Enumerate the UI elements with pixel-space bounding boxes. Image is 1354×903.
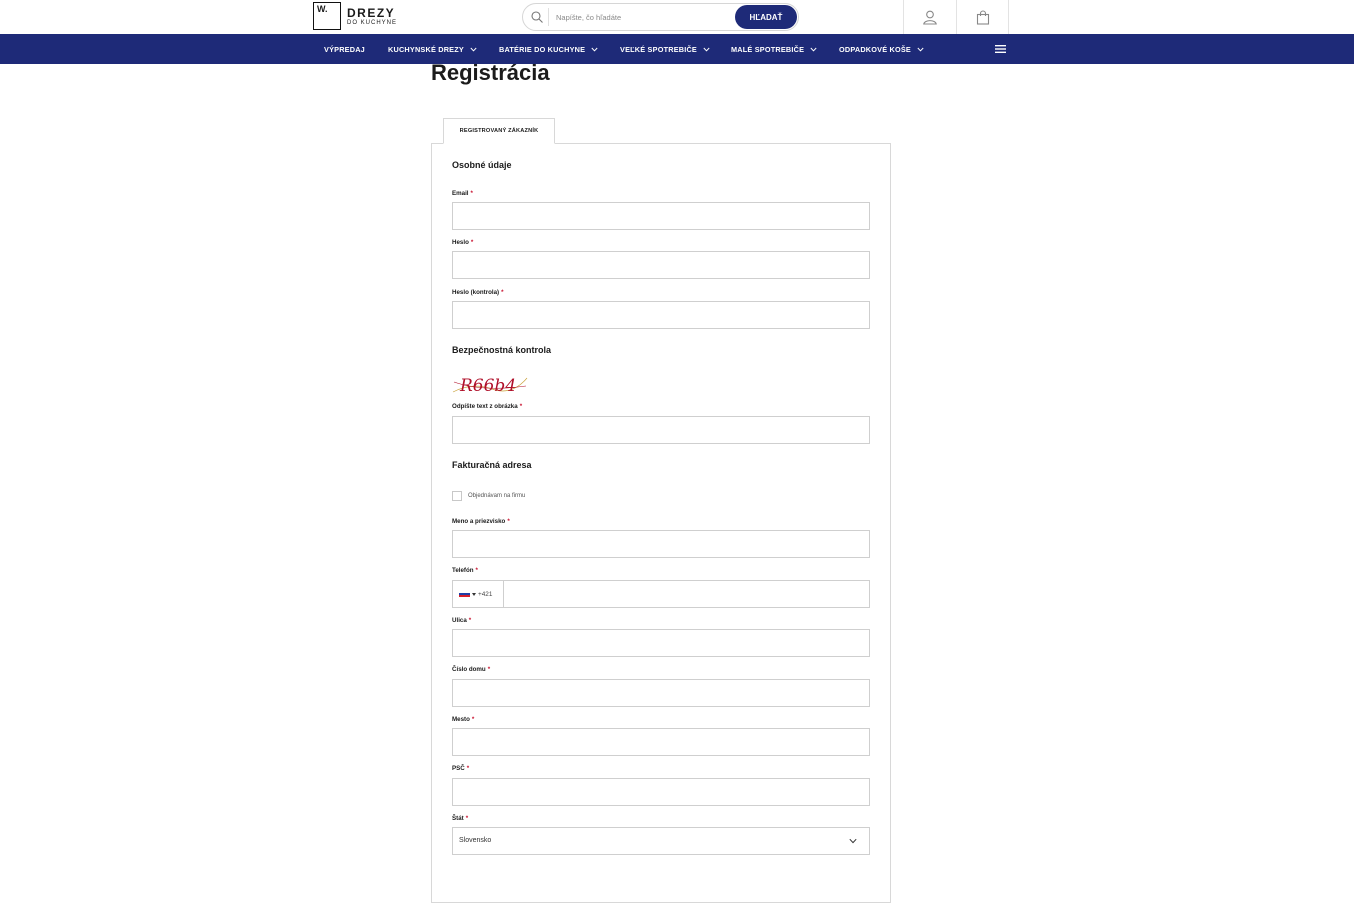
account-button[interactable] [903, 0, 956, 34]
captcha-field[interactable] [452, 416, 870, 444]
chevron-down-icon [470, 47, 477, 52]
caret-down-icon [472, 592, 476, 596]
password-confirm-label: Heslo (kontrola) * [452, 289, 504, 296]
search-icon [531, 11, 543, 23]
search-bar: HĽADAŤ [522, 3, 799, 31]
chevron-down-icon [591, 47, 598, 52]
logo-main-text: DREZY [347, 5, 396, 20]
required-mark: * [468, 617, 472, 624]
house-number-label: Číslo domu * [452, 666, 491, 673]
captcha-label: Odpíšte text z obrázka * [452, 403, 523, 410]
nav-item-velke-spotrebice[interactable]: VEĽKÉ SPOTREBIČE [620, 34, 710, 64]
search-divider [548, 8, 549, 26]
required-mark: * [470, 190, 473, 197]
zip-field[interactable] [452, 778, 870, 806]
captcha-text: R66b4 [459, 376, 516, 396]
password-label: Heslo * [452, 239, 474, 246]
company-order-row[interactable]: Objednávam na firmu [452, 491, 525, 501]
phone-label: Telefón * [452, 567, 478, 574]
slovakia-flag-icon [459, 590, 470, 598]
required-mark: * [507, 518, 510, 525]
nav-item-vypredaj[interactable]: VÝPREDAJ [324, 34, 365, 64]
shopping-bag-icon [976, 9, 989, 25]
required-mark: * [471, 716, 475, 723]
email-label: Email * [452, 190, 473, 197]
chevron-down-icon [810, 47, 817, 52]
user-icon [923, 10, 937, 25]
section-title-billing: Fakturačná adresa [452, 460, 532, 470]
site-header: W. DREZY DO KUCHYNE HĽADAŤ [0, 0, 1354, 34]
city-field[interactable] [452, 728, 870, 756]
section-title-personal: Osobné údaje [452, 160, 512, 170]
search-button[interactable]: HĽADAŤ [735, 5, 797, 29]
phone-prefix: +421 [478, 590, 493, 598]
section-title-security: Bezpečnostná kontrola [452, 345, 552, 355]
zip-label: PSČ * [452, 765, 470, 772]
required-mark: * [465, 815, 469, 822]
required-mark: * [475, 567, 478, 574]
required-mark: * [466, 765, 470, 772]
hamburger-icon[interactable] [995, 45, 1006, 53]
required-mark: * [470, 239, 474, 246]
country-selected-value: Slovensko [459, 837, 492, 844]
country-label: Štát * [452, 815, 469, 822]
chevron-down-icon [703, 47, 710, 52]
password-confirm-field[interactable] [452, 301, 870, 329]
street-field[interactable] [452, 629, 870, 657]
nav-item-male-spotrebice[interactable]: MALÉ SPOTREBIČE [731, 34, 817, 64]
captcha-image: R66b4 [452, 376, 528, 396]
logo-mark: W. [313, 2, 341, 30]
street-label: Ulica * [452, 617, 472, 624]
logo[interactable]: W. DREZY DO KUCHYNE [313, 2, 397, 30]
phone-country-select[interactable]: +421 [453, 581, 504, 607]
phone-field[interactable]: +421 [452, 580, 870, 608]
required-mark: * [519, 403, 523, 410]
cart-button[interactable] [956, 0, 1009, 34]
company-order-checkbox[interactable] [452, 491, 462, 501]
password-field[interactable] [452, 251, 870, 279]
logo-sub-text: DO KUCHYNE [347, 19, 398, 26]
required-mark: * [501, 289, 504, 296]
country-select[interactable]: Slovensko [452, 827, 870, 855]
name-field[interactable] [452, 530, 870, 558]
page-title: Registrácia [431, 60, 550, 85]
nav-item-odpadkove-kose[interactable]: ODPADKOVÉ KOŠE [839, 34, 924, 64]
main-navigation: VÝPREDAJ KUCHYNSKÉ DREZY BATÉRIE DO KUCH… [0, 34, 1354, 64]
house-number-field[interactable] [452, 679, 870, 707]
company-order-label: Objednávam na firmu [468, 493, 526, 499]
city-label: Mesto * [452, 716, 475, 723]
search-input[interactable] [556, 9, 731, 25]
chevron-down-icon [917, 47, 924, 52]
chevron-down-icon [849, 838, 857, 844]
email-field[interactable] [452, 202, 870, 230]
required-mark: * [487, 666, 491, 673]
tab-registered-customer[interactable]: REGISTROVANÝ ZÁKAZNÍK [443, 118, 555, 144]
name-label: Meno a priezvisko * [452, 518, 510, 525]
